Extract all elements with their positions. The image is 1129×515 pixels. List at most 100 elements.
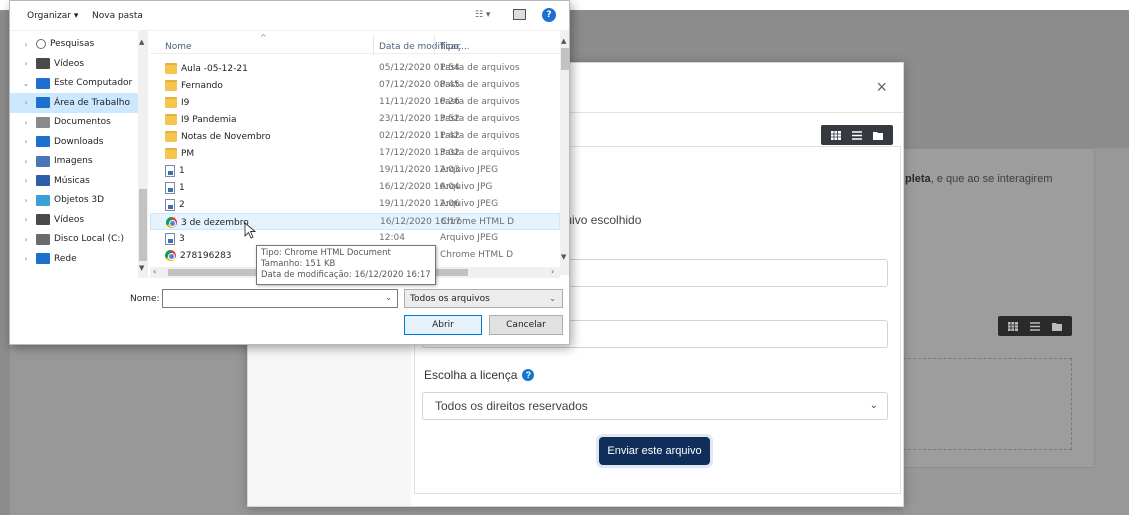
license-select[interactable]: Todos os direitos reservados ⌄ [422, 392, 888, 420]
nav-item-label: Disco Local (C:) [54, 234, 124, 244]
file-name-text: 1 [179, 166, 185, 176]
file-row[interactable]: 1 16/12/2020 16:04 Arquivo JPG [150, 179, 560, 196]
page-view-toolbar[interactable] [998, 316, 1072, 336]
folder-icon [165, 131, 177, 142]
expand-arrow-icon[interactable]: ⌄ [20, 79, 32, 88]
file-type: Arquivo JPG [440, 182, 493, 192]
file-row[interactable]: I9 Pandemia 23/11/2020 13:52 Pasta de arqu… [150, 111, 560, 128]
nav-scrollbar[interactable]: ▲ ▼ [138, 31, 148, 278]
nav-item-label: Documentos [54, 117, 111, 127]
expand-arrow-icon[interactable]: › [20, 196, 32, 205]
expand-arrow-icon[interactable]: › [20, 235, 32, 244]
file-name-text: I9 [181, 97, 190, 108]
nav-item[interactable]: › Vídeos [10, 54, 138, 74]
modal-view-toolbar[interactable] [821, 125, 893, 145]
file-list-scroll-thumb[interactable] [561, 48, 569, 70]
nav-item[interactable]: ⌄ Este Computador [10, 73, 138, 93]
folder-icon [165, 148, 177, 159]
nav-item-label: Vídeos [54, 58, 85, 69]
nav-item[interactable]: › Documentos [10, 112, 138, 132]
column-name[interactable]: Nome [165, 42, 192, 52]
chevron-down-icon: ⌄ [869, 400, 878, 411]
folder-view-icon[interactable] [1052, 322, 1062, 331]
nav-item[interactable]: › Rede [10, 249, 138, 269]
grid-view-icon[interactable] [1008, 321, 1018, 331]
file-list-header: Nome ^ Data de modificaç... Tipo [150, 31, 560, 55]
file-row[interactable]: PM 17/12/2020 13:02 Pasta de arquivos [150, 145, 560, 162]
documents-icon [36, 116, 50, 128]
chevron-down-icon: ⌄ [549, 294, 556, 303]
organize-button[interactable]: Organizar ▾ [27, 11, 78, 21]
scroll-down-icon[interactable]: ▼ [561, 253, 566, 261]
scroll-right-icon[interactable]: › [551, 267, 554, 276]
file-row[interactable]: Notas de Novembro 02/12/2020 11:42 Pasta d… [150, 128, 560, 145]
file-row[interactable]: 1 19/11/2020 12:03 Arquivo JPEG [150, 162, 560, 179]
file-name-text: 3 [179, 234, 185, 244]
folder-icon [165, 114, 177, 125]
file-tooltip: Tipo: Chrome HTML Document Tamanho: 151 … [256, 245, 436, 285]
upload-file-button[interactable]: Enviar este arquivo [599, 437, 710, 465]
chevron-down-icon[interactable]: ⌄ [385, 293, 392, 302]
expand-arrow-icon[interactable]: › [20, 254, 32, 263]
file-name-input[interactable]: ⌄ [162, 289, 398, 308]
images-icon [36, 155, 50, 167]
image-file-icon [165, 182, 175, 194]
downloads-icon [36, 136, 50, 147]
nav-item[interactable]: › Imagens [10, 151, 138, 171]
file-list-scrollbar[interactable]: ▲ ▼ [560, 31, 569, 275]
open-button[interactable]: Abrir [404, 315, 482, 335]
help-icon[interactable]: ? [542, 8, 556, 22]
nav-item[interactable]: › Objetos 3D [10, 190, 138, 210]
nav-item[interactable]: › Músicas [10, 171, 138, 191]
file-name-label: Nome: [130, 294, 160, 304]
expand-arrow-icon[interactable]: › [20, 176, 32, 185]
close-icon[interactable]: × [876, 77, 887, 98]
expand-arrow-icon[interactable]: › [20, 98, 32, 107]
new-folder-button[interactable]: Nova pasta [92, 11, 143, 21]
expand-arrow-icon[interactable]: › [20, 118, 32, 127]
file-date: 12:04 [379, 233, 405, 243]
file-row[interactable]: Aula -05-12-21 05/12/2020 01:54 Pasta de a… [150, 60, 560, 77]
nav-item[interactable]: › Vídeos [10, 210, 138, 230]
file-row[interactable]: 2 19/11/2020 12:06 Arquivo JPEG [150, 196, 560, 213]
page-drop-area[interactable] [898, 358, 1072, 450]
file-name-text: I9 Pandemia [181, 114, 237, 125]
expand-arrow-icon[interactable]: › [20, 157, 32, 166]
scroll-up-icon[interactable]: ▲ [139, 38, 144, 46]
cancel-button[interactable]: Cancelar [489, 315, 563, 335]
expand-arrow-icon[interactable]: › [20, 40, 32, 49]
scroll-down-icon[interactable]: ▼ [139, 264, 144, 272]
file-type: Arquivo JPEG [440, 199, 499, 209]
nav-item[interactable]: › Pesquisas [10, 34, 138, 54]
file-name: Notas de Novembro [165, 131, 271, 142]
nav-item[interactable]: › Área de Trabalho [10, 92, 138, 113]
scroll-up-icon[interactable]: ▲ [561, 37, 566, 45]
nav-item[interactable]: › Downloads [10, 132, 138, 152]
preview-pane-icon[interactable] [513, 9, 526, 20]
expand-arrow-icon[interactable]: › [20, 137, 32, 146]
file-type-select[interactable]: Todos os arquivos ⌄ [404, 289, 563, 308]
scroll-left-icon[interactable]: ‹ [153, 267, 156, 276]
image-file-icon [165, 199, 175, 211]
file-name-text: 278196283 [180, 250, 232, 261]
list-view-icon[interactable] [1030, 321, 1040, 331]
nav-scroll-thumb[interactable] [139, 189, 147, 261]
network-icon [36, 253, 50, 264]
grid-view-icon[interactable] [830, 130, 841, 140]
list-view-icon[interactable] [851, 130, 862, 140]
nav-item[interactable]: › Disco Local (C:) [10, 229, 138, 249]
nav-item-label: Rede [54, 253, 77, 264]
folder-view-icon[interactable] [873, 131, 884, 140]
chrome-file-icon [165, 250, 176, 261]
expand-arrow-icon[interactable]: › [20, 59, 32, 68]
help-icon[interactable]: ? [522, 369, 535, 381]
file-row[interactable]: I9 11/11/2020 16:26 Pasta de arquivos [150, 94, 560, 111]
file-row[interactable]: Fernando 07/12/2020 08:45 Pasta de arquivo… [150, 77, 560, 94]
folder-icon [165, 80, 177, 91]
expand-arrow-icon[interactable]: › [20, 215, 32, 224]
file-type: Pasta de arquivos [440, 97, 520, 107]
sort-arrow-icon: ^ [260, 33, 267, 42]
column-type[interactable]: Tipo [440, 42, 459, 52]
change-view-icon[interactable]: ☷ ▾ [475, 10, 490, 20]
file-row[interactable]: 3 de dezembro 16/12/2020 16:17 Chrome HTML… [150, 213, 560, 230]
